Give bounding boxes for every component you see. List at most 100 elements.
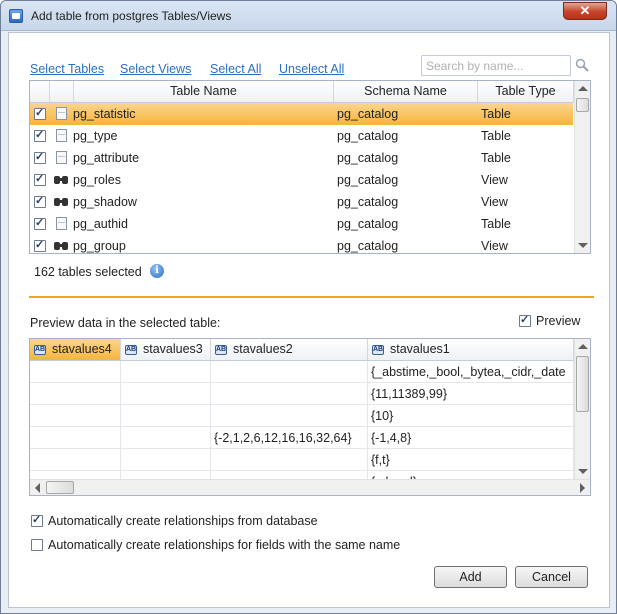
scroll-up-arrow-icon[interactable] [578,344,588,349]
auto-rel-name-checkbox[interactable] [31,539,43,551]
table-icon [56,107,67,120]
preview-horizontal-scrollbar[interactable] [30,479,590,495]
preview-vertical-scrollbar[interactable] [574,339,590,479]
table-row[interactable]: pg_shadow pg_catalog View [30,191,573,213]
view-icon [54,240,69,251]
schema-name-cell: pg_catalog [337,239,399,253]
preview-checkbox[interactable] [519,313,531,327]
preview-cell[interactable] [211,449,368,471]
table-icon [56,217,67,230]
preview-cell[interactable] [121,427,211,449]
preview-cell[interactable] [211,405,368,427]
tables-vertical-scrollbar[interactable] [574,81,590,253]
row-checkbox[interactable] [34,128,46,142]
search-icon[interactable] [575,58,589,72]
table-row[interactable]: pg_type pg_catalog Table [30,125,573,147]
add-button[interactable]: Add [434,566,507,588]
auto-rel-db-checkbox[interactable] [31,513,43,527]
preview-cell[interactable] [211,361,368,383]
preview-cell[interactable]: {f,t} [368,449,574,471]
table-name-cell: pg_roles [73,173,121,187]
tables-grid[interactable]: Table Name Schema Name Table Type pg_sta… [29,80,591,254]
text-field-icon: AB [125,345,137,355]
preview-cell[interactable]: {10} [368,405,574,427]
table-name-cell: pg_type [73,129,118,143]
scroll-thumb[interactable] [46,481,74,494]
select-all-link[interactable]: Select All [210,62,261,76]
preview-cell[interactable] [30,427,121,449]
table-icon [56,129,67,142]
schema-name-cell: pg_catalog [337,107,399,121]
view-icon [54,174,69,185]
scroll-right-arrow-icon[interactable] [580,483,585,493]
preview-cell[interactable] [30,361,121,383]
view-icon [54,196,69,207]
unselect-all-link[interactable]: Unselect All [279,62,344,76]
row-checkbox[interactable] [34,106,46,120]
schema-name-cell: pg_catalog [337,195,399,209]
preview-cell[interactable] [121,405,211,427]
icon-column-header [50,81,74,103]
cancel-button[interactable]: Cancel [515,566,588,588]
preview-cell[interactable] [211,383,368,405]
scroll-thumb[interactable] [576,356,589,412]
table-row[interactable]: pg_statistic pg_catalog Table [30,103,573,125]
row-checkbox[interactable] [34,216,46,230]
scroll-left-arrow-icon[interactable] [35,483,40,493]
preview-cell[interactable] [30,449,121,471]
preview-grid[interactable]: AB stavalues4 AB stavalues3 AB stavalues… [29,338,591,496]
table-type-cell: Table [481,217,511,231]
preview-column-header-1[interactable]: AB stavalues4 [30,339,121,361]
scroll-down-arrow-icon[interactable] [578,469,588,474]
column-header-table-name[interactable]: Table Name [74,81,334,103]
preview-column-header-2[interactable]: AB stavalues3 [121,339,211,361]
preview-cell[interactable]: {-2,1,2,6,12,16,16,32,64} [211,427,368,449]
column-header-schema-name[interactable]: Schema Name [334,81,478,103]
table-row[interactable]: pg_roles pg_catalog View [30,169,573,191]
table-row[interactable]: pg_group pg_catalog View [30,235,573,253]
row-checkbox[interactable] [34,150,46,164]
preview-column-header-label: stavalues1 [390,342,450,356]
row-checkbox[interactable] [34,238,46,252]
row-checkbox[interactable] [34,194,46,208]
preview-cell[interactable]: {11,11389,99} [368,383,574,405]
preview-cell[interactable] [121,383,211,405]
table-type-cell: Table [481,151,511,165]
preview-column-header-label: stavalues3 [143,342,203,356]
preview-cell[interactable]: {_abstime,_bool,_bytea,_cidr,_date [368,361,574,383]
select-views-link[interactable]: Select Views [120,62,191,76]
preview-cell[interactable] [30,405,121,427]
scroll-thumb[interactable] [576,98,589,112]
info-icon[interactable]: i [150,264,164,278]
schema-name-cell: pg_catalog [337,217,399,231]
search-input[interactable]: Search by name... [421,55,571,76]
column-header-table-type[interactable]: Table Type [478,81,574,103]
preview-column-header-label: stavalues4 [52,342,112,356]
table-type-cell: View [481,195,508,209]
preview-cell[interactable] [30,383,121,405]
select-tables-link[interactable]: Select Tables [30,62,104,76]
table-row[interactable]: pg_attribute pg_catalog Table [30,147,573,169]
preview-cell[interactable] [121,449,211,471]
preview-column-header-4[interactable]: AB stavalues1 [368,339,574,361]
text-field-icon: AB [34,345,46,355]
table-row[interactable]: pg_authid pg_catalog Table [30,213,573,235]
table-name-cell: pg_shadow [73,195,137,209]
title-bar[interactable]: Add table from postgres Tables/Views ✕ [1,1,616,31]
dialog-body: Select Tables Select Views Select All Un… [8,32,610,608]
app-icon [9,9,23,23]
row-checkbox[interactable] [34,172,46,186]
text-field-icon: AB [372,345,384,355]
table-name-cell: pg_statistic [73,107,136,121]
preview-cell[interactable] [121,361,211,383]
text-field-icon: AB [215,345,227,355]
scroll-down-arrow-icon[interactable] [578,243,588,248]
scroll-up-arrow-icon[interactable] [578,86,588,91]
preview-column-header-label: stavalues2 [233,342,293,356]
preview-column-header-3[interactable]: AB stavalues2 [211,339,368,361]
preview-cell[interactable]: {-1,4,8} [368,427,574,449]
window-title: Add table from postgres Tables/Views [31,9,232,23]
section-divider [29,296,594,298]
close-button[interactable]: ✕ [563,2,607,20]
table-type-cell: View [481,239,508,253]
